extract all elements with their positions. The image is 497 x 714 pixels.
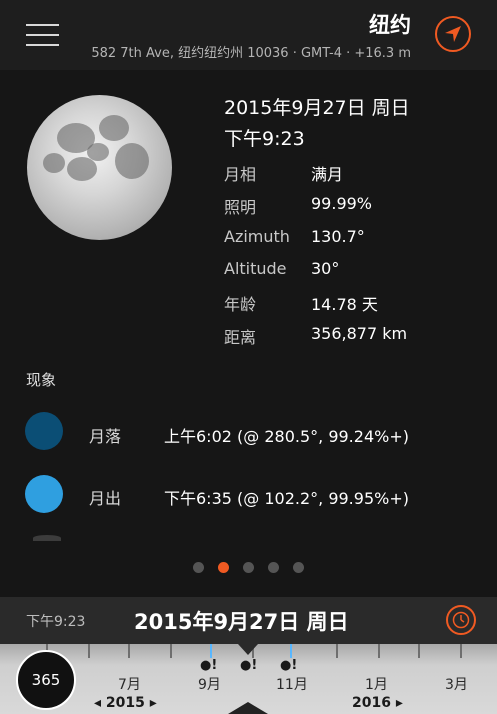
age-label: 年龄: [224, 295, 257, 314]
event-marker: ●!: [240, 658, 258, 673]
moon-date: 2015年9月27日 周日: [224, 97, 410, 119]
timeline-tick: [460, 644, 462, 658]
date-bar: 下午9:23 2015年9月27日 周日: [0, 597, 497, 644]
locate-button[interactable]: [435, 16, 471, 52]
list-item-partial: [33, 535, 61, 541]
page-dot[interactable]: [243, 562, 254, 573]
phenomena-title: 现象: [26, 371, 57, 389]
menu-icon[interactable]: [26, 24, 59, 46]
moonset-detail: 上午6:02 (@ 280.5°, 99.24%+): [164, 427, 409, 446]
phase-value: 满月: [311, 165, 344, 184]
selected-date[interactable]: 2015年9月27日 周日: [134, 606, 349, 636]
page-dot-active[interactable]: [218, 562, 229, 573]
month-label: 1月: [365, 677, 388, 693]
moonset-label: 月落: [89, 427, 122, 446]
range-365-button[interactable]: 365: [16, 650, 76, 710]
year-label[interactable]: ◂ 2015 ▸: [94, 695, 157, 711]
illumination-label: 照明: [224, 198, 257, 217]
month-label: 9月: [198, 677, 221, 693]
distance-label: 距离: [224, 328, 257, 347]
timeline-tick: [88, 644, 90, 658]
moonrise-icon: [25, 475, 63, 513]
timeline-pointer: [228, 702, 268, 714]
page-dot[interactable]: [268, 562, 279, 573]
month-label: 7月: [118, 677, 141, 693]
header: 纽约 582 7th Ave, 纽约纽约州 10036 · GMT-4 · +1…: [0, 0, 497, 70]
month-label: 3月: [445, 677, 468, 693]
page-dot[interactable]: [293, 562, 304, 573]
timeline-tick: [378, 644, 380, 658]
event-marker: ●!: [200, 658, 218, 673]
azimuth-value: 130.7°: [311, 227, 365, 246]
timeline-tick: [170, 644, 172, 658]
location-address: 582 7th Ave, 纽约纽约州 10036 · GMT-4 · +16.3…: [91, 46, 411, 61]
city-title: 纽约: [369, 13, 411, 37]
timeline-tick: [128, 644, 130, 658]
navigation-arrow-icon: [445, 26, 461, 42]
timeline-tick-marker: [210, 644, 212, 658]
clock-button[interactable]: [446, 605, 476, 635]
illumination-value: 99.99%: [311, 194, 373, 213]
phase-label: 月相: [224, 165, 257, 184]
timeline-tick-marker: [290, 644, 292, 658]
moonset-icon: [25, 412, 63, 450]
moon-image: [27, 95, 172, 240]
page-dot[interactable]: [193, 562, 204, 573]
selected-time[interactable]: 下午9:23: [26, 611, 85, 631]
year-label[interactable]: 2016 ▸: [352, 695, 403, 711]
age-value: 14.78 天: [311, 295, 378, 314]
altitude-label: Altitude: [224, 259, 287, 278]
moonrise-label: 月出: [89, 489, 122, 508]
moon-time: 下午9:23: [224, 128, 305, 150]
timeline-indicator: [238, 644, 258, 655]
moonrise-detail: 下午6:35 (@ 102.2°, 99.95%+): [164, 489, 409, 508]
altitude-value: 30°: [311, 259, 340, 278]
clock-icon: [452, 611, 470, 629]
azimuth-label: Azimuth: [224, 227, 290, 246]
event-marker: ●!: [280, 658, 298, 673]
month-label: 11月: [276, 677, 308, 693]
timeline-tick: [336, 644, 338, 658]
distance-value: 356,877 km: [311, 324, 408, 343]
timeline-tick: [418, 644, 420, 658]
